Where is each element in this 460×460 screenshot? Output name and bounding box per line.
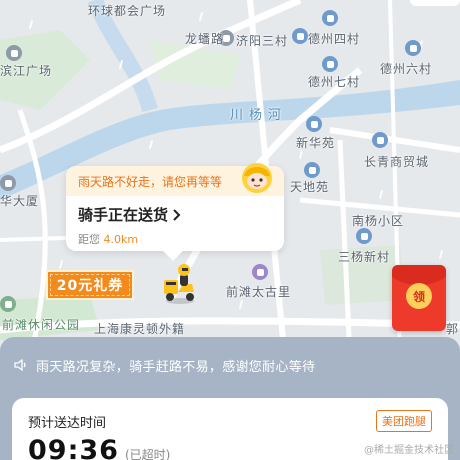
map-label: 天地苑: [290, 180, 330, 194]
watermark: @稀土掘金技术社区: [364, 445, 454, 456]
poi-marker[interactable]: [372, 132, 388, 148]
eta-status: (已超时): [124, 448, 171, 460]
brand-badge: 美团跑腿: [376, 410, 432, 432]
rider-scooter-icon[interactable]: [160, 262, 200, 304]
poi-marker[interactable]: [322, 56, 338, 72]
red-packet-seal: 领: [406, 283, 432, 309]
map-label: 滨江广场: [0, 64, 53, 78]
map-label: 前滩太古里: [226, 285, 292, 299]
rider-avatar-icon: [242, 163, 272, 193]
eta-time: 09:36: [28, 435, 119, 460]
map-label: 龙蟠路: [185, 32, 225, 46]
map-label: 南杨小区: [352, 214, 405, 228]
map-label: 德州四村: [308, 32, 361, 46]
map-label: 前滩休闲公园: [2, 318, 81, 332]
red-packet-button[interactable]: 领: [392, 265, 446, 331]
map-label: 三杨新村: [338, 250, 391, 264]
distance-value: 4.0km: [103, 233, 139, 246]
rider-status-title[interactable]: 骑手正在送货: [78, 204, 272, 225]
distance-prefix: 距您: [78, 233, 100, 246]
poi-marker[interactable]: [252, 264, 268, 280]
rain-notice-text: 雨天路况复杂，骑手赶路不易，感谢您耐心等待: [36, 359, 316, 375]
map-label: 环球都会广场: [88, 4, 167, 18]
poi-marker[interactable]: [306, 116, 322, 132]
rider-status-bubble[interactable]: 雨天路不好走，请您再等等 骑手正在送货 距您 4.0km: [66, 163, 284, 261]
rider-status-text: 骑手正在送货: [78, 206, 169, 224]
map-label: 德州七村: [308, 75, 361, 89]
chevron-right-icon: [173, 208, 181, 221]
map-label: 新华苑: [296, 136, 336, 150]
map-label: 上海康灵顿外籍: [94, 322, 186, 336]
poi-marker[interactable]: [0, 175, 16, 191]
map-view[interactable]: 环球都会广场 龙蟠路 济阳三村 德州四村 滨江广场 德州七村 德州六村 川杨河 …: [0, 0, 460, 360]
eta-label: 预计送达时间: [28, 416, 107, 431]
coupon-badge[interactable]: 20元礼券: [46, 270, 134, 300]
map-label: 郭: [446, 322, 460, 336]
map-label: 华大厦: [0, 194, 40, 208]
map-label: 长青商贸城: [364, 155, 430, 169]
map-label: 德州六村: [380, 62, 433, 76]
river-label: 川杨河: [230, 108, 288, 123]
poi-marker[interactable]: [6, 45, 22, 61]
poi-marker[interactable]: [304, 162, 320, 178]
rain-notice-bar: 雨天路况复杂，骑手赶路不易，感谢您耐心等待: [0, 337, 460, 393]
poi-marker[interactable]: [292, 28, 308, 44]
map-top-control[interactable]: [410, 0, 460, 6]
poi-marker[interactable]: [322, 10, 338, 26]
poi-marker[interactable]: [0, 296, 16, 312]
speaker-icon: [14, 358, 26, 372]
red-packet-flap: [392, 265, 446, 285]
map-label: 济阳三村: [236, 34, 289, 48]
poi-marker[interactable]: [405, 40, 421, 56]
poi-marker[interactable]: [356, 228, 372, 244]
